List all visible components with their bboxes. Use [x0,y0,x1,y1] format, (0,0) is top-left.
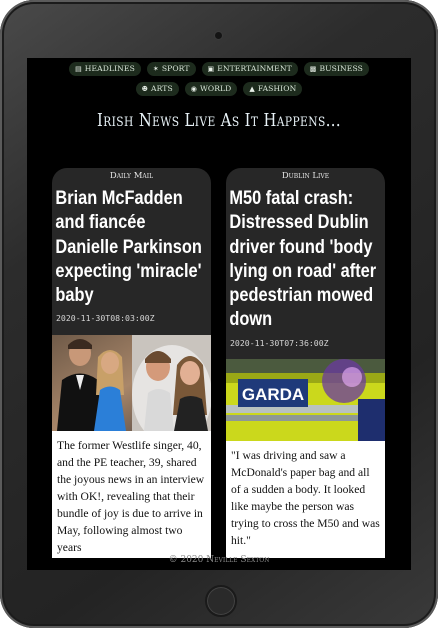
article-card[interactable]: Daily Mail Brian McFadden and fiancée Da… [52,168,211,558]
nav-sport[interactable]: ✶ SPORT [146,62,196,76]
article-headline[interactable]: M50 fatal crash: Distressed Dublin drive… [226,186,385,332]
nav-label: FASHION [257,84,297,93]
nav-entertainment[interactable]: ▣ ENTERTAINMENT [201,62,298,76]
footer-copyright: © 2020 Neville Sexton [168,555,270,565]
nav-label: WORLD [199,84,232,93]
article-date: 2020-11-30T08:03:00Z [56,313,155,324]
nav-fashion[interactable]: ▲ FASHION [243,82,303,96]
article-date: 2020-11-30T07:36:00Z [230,337,329,348]
article-headline[interactable]: Brian McFadden and fiancée Danielle Park… [52,186,211,307]
nav-label: SPORT [161,64,190,73]
nav-world[interactable]: ◉ WORLD [184,82,238,96]
category-nav: ▤ HEADLINES ✶ SPORT ▣ ENTERTAINMENT ▩ BU… [27,62,411,96]
nav-arts[interactable]: ☻ ARTS [135,82,179,96]
newspaper-icon: ▤ [75,65,82,73]
couple-photo [52,335,211,431]
article-excerpt: The former Westlife singer, 40, and the … [52,431,211,558]
globe-icon: ◉ [190,85,197,93]
page-title: Irish News Live As It Happens... [96,110,342,131]
screen: ▤ HEADLINES ✶ SPORT ▣ ENTERTAINMENT ▩ BU… [27,58,411,570]
article-card[interactable]: Dublin Live M50 fatal crash: Distressed … [226,168,385,558]
nav-label: ARTS [151,84,173,93]
theater-masks-icon: ☻ [141,85,149,93]
nav-headlines[interactable]: ▤ HEADLINES [69,62,141,76]
home-button[interactable] [205,585,237,617]
film-icon: ▣ [207,65,215,73]
article-photo[interactable]: GARDA [226,359,385,441]
nav-label: ENTERTAINMENT [217,64,292,73]
tablet-frame: ▤ HEADLINES ✶ SPORT ▣ ENTERTAINMENT ▩ BU… [0,0,438,628]
article-source: Daily Mail [109,171,154,181]
article-photo[interactable] [52,335,211,431]
camera-dot [215,32,222,39]
nav-business[interactable]: ▩ BUSINESS [303,62,369,76]
nav-label: HEADLINES [84,64,135,73]
runner-icon: ✶ [152,65,159,73]
article-source: Dublin Live [281,171,330,181]
hat-icon: ▲ [249,85,255,93]
building-icon: ▩ [309,65,317,73]
nav-label: BUSINESS [319,64,363,73]
garda-label: GARDA [242,385,304,404]
article-excerpt: "I was driving and saw a McDonald's pape… [226,441,385,558]
garda-photo: GARDA [226,359,385,441]
